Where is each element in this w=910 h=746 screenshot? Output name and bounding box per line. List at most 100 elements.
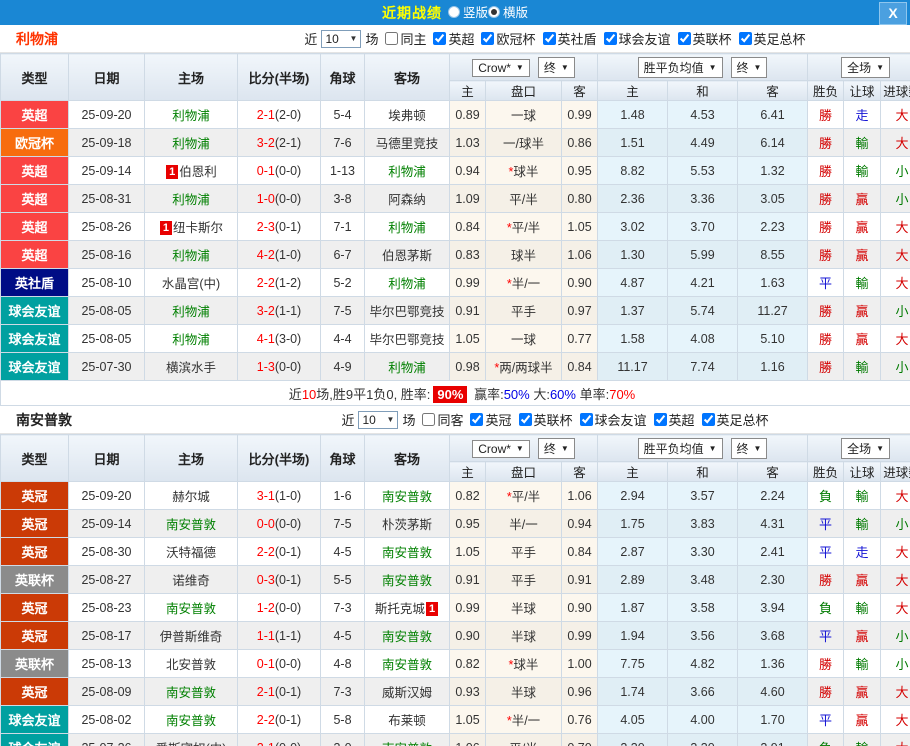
halftime-score: (0-0) xyxy=(274,656,302,671)
match-count-select[interactable]: 10 ▼ xyxy=(321,29,362,48)
league-filter: 英冠 xyxy=(470,410,512,429)
type-badge: 球会友谊 xyxy=(0,324,69,353)
away-team-cell: 马德里竞技 xyxy=(364,128,450,157)
score-cell: 2-2(1-2) xyxy=(237,268,321,297)
match-count-select[interactable]: 10 ▼ xyxy=(358,410,399,429)
score-cell: 0-1(0-0) xyxy=(237,649,321,678)
match-row: 英联杯 25-08-27 诺维奇 0-3(0-1) 5-5 南安普敦 0.91 平手 0.91 2… xyxy=(0,565,910,594)
same-venue-label: 同主 xyxy=(400,32,427,47)
avg-draw-odds: 4.53 xyxy=(667,100,739,129)
avg-odds-dropdown[interactable]: 胜平负均值 ▼ xyxy=(637,56,723,78)
corner-cell: 4-5 xyxy=(320,621,365,650)
handicap-line: 一球 xyxy=(485,324,562,353)
league-filter-checkbox[interactable] xyxy=(579,413,593,426)
avg-odds-dropdown[interactable]: 胜平负均值 ▼ xyxy=(637,437,723,459)
match-row: 英联杯 25-08-13 北安普敦 0-1(0-0) 4-8 南安普敦 0.82 *球半 1.0… xyxy=(0,649,910,678)
away-team-cell: 毕尔巴鄂竞技 xyxy=(364,324,450,353)
goals-result-cell: 大 xyxy=(880,565,910,594)
fulltime-score: 1-0 xyxy=(256,191,275,206)
halftime-score: (2-1) xyxy=(274,135,302,150)
avg-draw-odds: 3.30 xyxy=(667,733,739,746)
same-venue-checkbox[interactable] xyxy=(385,32,399,45)
away-team-name: 南安普敦 xyxy=(382,742,432,746)
league-filter: 英超 xyxy=(433,29,474,48)
col-header-score: 比分(半场) xyxy=(237,53,321,101)
avg-odds-group: 胜平负均值 ▼ 终 ▼ xyxy=(597,434,809,462)
goals-result-cell: 小 xyxy=(880,621,910,650)
match-row: 英社盾 25-08-10 水晶宫(中) 2-2(1-2) 5-2 利物浦 0.99 *半/一 0… xyxy=(0,268,910,297)
league-filter-checkbox[interactable] xyxy=(481,32,495,45)
away-team-cell: 利物浦 xyxy=(364,352,450,381)
avg-away-odds: 1.63 xyxy=(737,268,809,297)
sub-header-line: 盘口 xyxy=(485,461,562,482)
handicap-result-cell: 輸 xyxy=(843,128,882,157)
corner-cell: 4-5 xyxy=(320,537,365,566)
handicap-result-cell: 輸 xyxy=(843,268,882,297)
odds-source-dropdown[interactable]: Crow* ▼ xyxy=(472,58,530,77)
full-match-dropdown[interactable]: 全场 ▼ xyxy=(841,56,891,78)
same-venue-checkbox[interactable] xyxy=(422,413,436,426)
handicap-result-cell: 贏 xyxy=(843,565,882,594)
league-filter-checkbox[interactable] xyxy=(603,32,617,45)
col-header-type: 类型 xyxy=(0,53,69,101)
league-filter-checkbox[interactable] xyxy=(677,32,691,45)
chevron-down-icon: ▼ xyxy=(876,62,885,72)
handicap-line: 一球 xyxy=(485,100,562,129)
match-row: 球会友谊 25-08-02 南安普敦 2-2(0-1) 5-8 布莱顿 1.05 *半/一 0.… xyxy=(0,705,910,734)
league-filter-checkbox[interactable] xyxy=(518,413,532,426)
result-cell: 勝 xyxy=(807,565,845,594)
avg-home-odds: 2.36 xyxy=(597,184,669,213)
league-filter-checkbox[interactable] xyxy=(470,413,484,426)
league-filter-label: 英足总杯 xyxy=(753,32,806,47)
handicap-away-odds: 0.90 xyxy=(560,268,599,297)
away-team-cell: 伯恩茅斯 xyxy=(364,240,450,269)
type-badge: 英超 xyxy=(0,184,69,213)
league-filter-checkbox[interactable] xyxy=(701,413,715,426)
title-group: 近期战绩 竖版 横版 xyxy=(0,2,910,23)
avg-home-odds: 1.87 xyxy=(597,593,669,622)
odds-source-dropdown[interactable]: Crow* ▼ xyxy=(472,439,530,458)
league-filter-checkbox[interactable] xyxy=(542,32,556,45)
home-team-cell: 利物浦 xyxy=(144,100,238,129)
final-odds-dropdown[interactable]: 终 ▼ xyxy=(537,56,575,78)
score-cell: 1-2(0-0) xyxy=(237,593,321,622)
matches-suffix-label: 场 xyxy=(402,413,416,428)
close-button[interactable]: X xyxy=(879,2,907,25)
handicap-line: *平/半 xyxy=(485,481,562,510)
avg-away-odds: 6.14 xyxy=(737,128,809,157)
away-team-cell: 南安普敦 xyxy=(364,733,450,746)
avg-odds-group: 胜平负均值 ▼ 终 ▼ xyxy=(597,53,809,81)
away-team-name: 威斯汉姆 xyxy=(381,686,432,700)
fulltime-score: 2-3 xyxy=(256,219,275,234)
handicap-result-cell: 輸 xyxy=(843,593,882,622)
handicap-home-odds: 0.82 xyxy=(449,481,486,510)
corner-cell: 7-3 xyxy=(320,677,365,706)
fulltime-score: 0-0 xyxy=(256,516,275,531)
full-match-dropdown[interactable]: 全场 ▼ xyxy=(841,437,891,459)
corner-cell: 4-9 xyxy=(320,352,365,381)
goals-result-cell: 小 xyxy=(880,296,910,325)
home-team-name: 水晶宫(中) xyxy=(161,277,221,291)
final-odds-dropdown[interactable]: 终 ▼ xyxy=(537,437,575,459)
handicap-away-odds: 0.95 xyxy=(560,156,599,185)
avg-home-odds: 1.94 xyxy=(597,621,669,650)
handicap-star: * xyxy=(506,490,512,504)
handicap-result-cell: 輸 xyxy=(843,156,882,185)
away-team-cell: 南安普敦 xyxy=(364,481,450,510)
league-filter-checkbox[interactable] xyxy=(653,413,667,426)
sub-header-avg-away: 客 xyxy=(737,461,809,482)
final-avg-dropdown[interactable]: 终 ▼ xyxy=(730,56,768,78)
final-avg-dropdown[interactable]: 终 ▼ xyxy=(730,437,768,459)
layout-radio-selected[interactable]: 横版 xyxy=(488,2,528,21)
date-cell: 25-08-26 xyxy=(68,212,145,241)
match-row: 英超 25-09-14 1 伯恩利 0-1(0-0) 1-13 利物浦 0.94 *球半 0.95… xyxy=(0,156,910,185)
match-row: 英超 25-08-26 1 纽卡斯尔 2-3(0-1) 7-1 利物浦 0.84 *平/半 1.0… xyxy=(0,212,910,241)
home-team-name: 诺维奇 xyxy=(172,574,210,588)
corner-cell: 5-4 xyxy=(320,100,365,129)
league-filter-checkbox[interactable] xyxy=(738,32,752,45)
home-team-name: 南安普敦 xyxy=(165,518,216,532)
home-team-cell: 水晶宫(中) xyxy=(144,268,238,297)
layout-radio-option[interactable]: 竖版 xyxy=(447,2,488,21)
home-team-cell: 伊普斯维奇 xyxy=(144,621,238,650)
league-filter-checkbox[interactable] xyxy=(433,32,447,45)
